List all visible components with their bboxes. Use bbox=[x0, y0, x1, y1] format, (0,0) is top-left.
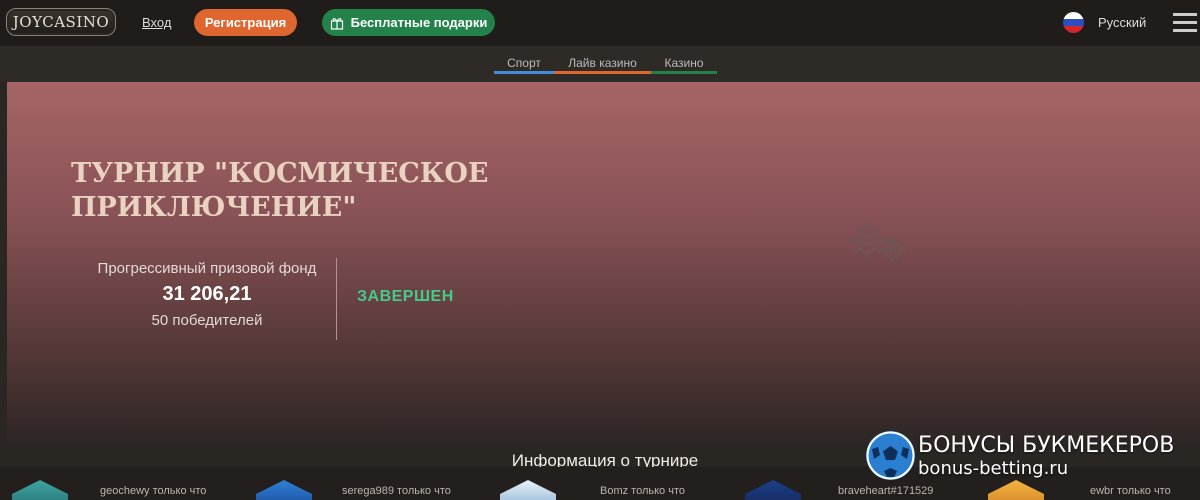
game-thumbnail[interactable] bbox=[500, 480, 556, 500]
soccer-ball-icon bbox=[866, 431, 915, 480]
watermark-url: bonus-betting.ru bbox=[918, 458, 1069, 479]
hamburger-menu-icon[interactable] bbox=[1173, 13, 1197, 33]
top-header: JOYCASINO Вход Регистрация Бесплатные по… bbox=[0, 0, 1200, 46]
prize-fund-value: 31 206,21 bbox=[162, 283, 252, 305]
watermark: БОНУСЫ БУКМЕКЕРОВ bonus-betting.ru bbox=[866, 429, 1200, 481]
game-thumbnail[interactable] bbox=[745, 480, 801, 500]
divider bbox=[336, 258, 337, 340]
section-tabs: Спорт Лайв казино Казино bbox=[0, 46, 1200, 82]
watermark-title: БОНУСЫ БУКМЕКЕРОВ bbox=[918, 433, 1175, 458]
winner-entry: ewbr только что bbox=[1090, 485, 1171, 497]
tournament-banner: ТУРНИР "КОСМИЧЕСКОЕ ПРИКЛЮЧЕНИЕ" Прогрес… bbox=[7, 82, 1200, 445]
tab-casino[interactable]: Казино bbox=[651, 56, 717, 74]
joycasino-logo[interactable]: JOYCASINO bbox=[6, 8, 116, 36]
gears-icon bbox=[849, 222, 905, 262]
tab-live-casino[interactable]: Лайв казино bbox=[554, 56, 651, 74]
register-button[interactable]: Регистрация bbox=[194, 9, 297, 36]
login-link[interactable]: Вход bbox=[142, 15, 171, 30]
winner-entry: braveheart#171529 bbox=[838, 485, 934, 497]
russian-flag-icon[interactable] bbox=[1063, 12, 1084, 33]
tournament-title: ТУРНИР "КОСМИЧЕСКОЕ ПРИКЛЮЧЕНИЕ" bbox=[71, 158, 489, 223]
winner-entry: geochewy только что bbox=[100, 485, 207, 497]
winner-entry: Bomz только что bbox=[600, 485, 685, 497]
tournament-status: ЗАВЕРШЕН bbox=[357, 288, 454, 305]
game-thumbnail[interactable] bbox=[256, 480, 312, 500]
prize-fund-block: Прогрессивный призовой фонд 31 206,21 50… bbox=[77, 260, 337, 329]
gift-icon bbox=[330, 17, 343, 30]
language-selector[interactable]: Русский bbox=[1098, 15, 1146, 30]
tab-sport[interactable]: Спорт bbox=[494, 56, 554, 74]
game-thumbnail[interactable] bbox=[988, 480, 1044, 500]
game-thumbnail[interactable] bbox=[12, 480, 68, 500]
winners-count: 50 победителей bbox=[151, 312, 263, 329]
free-gifts-label: Бесплатные подарки bbox=[350, 15, 488, 30]
winner-entry: serega989 только что bbox=[342, 485, 451, 497]
prize-fund-label: Прогрессивный призовой фонд bbox=[97, 260, 317, 277]
free-gifts-button[interactable]: Бесплатные подарки bbox=[322, 9, 495, 36]
